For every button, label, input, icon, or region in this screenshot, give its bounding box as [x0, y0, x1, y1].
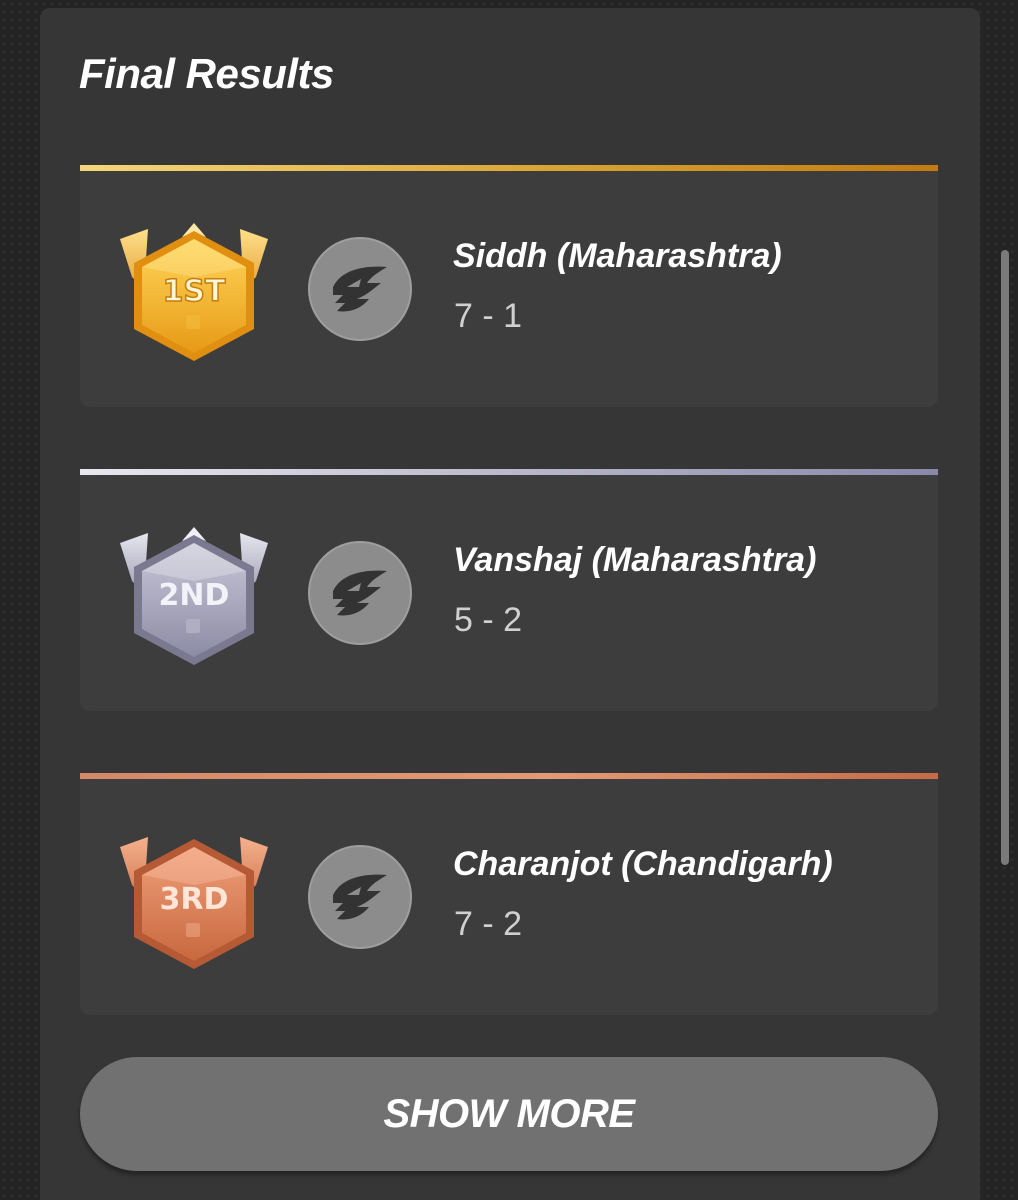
result-card-3: 3RD Charanjot (Chandigarh) 7 - 2: [80, 779, 938, 1015]
player-score: 7 - 1: [454, 297, 523, 335]
show-more-button[interactable]: SHOW MORE: [80, 1057, 938, 1171]
player-score: 5 - 2: [454, 601, 523, 639]
team-logo-icon: [308, 845, 412, 949]
result-card-1: 1ST Siddh (Maharashtra) 7 - 1: [80, 171, 938, 407]
gold-medal-icon: 1ST: [118, 217, 270, 365]
team-logo-icon: [308, 541, 412, 645]
scrollbar[interactable]: [1001, 250, 1009, 865]
silver-medal-icon: 2ND: [118, 521, 270, 669]
svg-text:2ND: 2ND: [159, 578, 230, 613]
svg-text:1ST: 1ST: [163, 274, 226, 309]
player-score: 7 - 2: [454, 905, 523, 943]
player-name: Charanjot (Chandigarh): [453, 845, 833, 883]
player-name: Siddh (Maharashtra): [453, 237, 782, 275]
player-name: Vanshaj (Maharashtra): [453, 541, 817, 579]
result-card-2: 2ND Vanshaj (Maharashtra) 5 - 2: [80, 475, 938, 711]
team-logo-icon: [308, 237, 412, 341]
bronze-medal-icon: 3RD: [118, 825, 270, 973]
svg-text:3RD: 3RD: [160, 882, 229, 917]
page-title: Final Results: [79, 50, 334, 97]
